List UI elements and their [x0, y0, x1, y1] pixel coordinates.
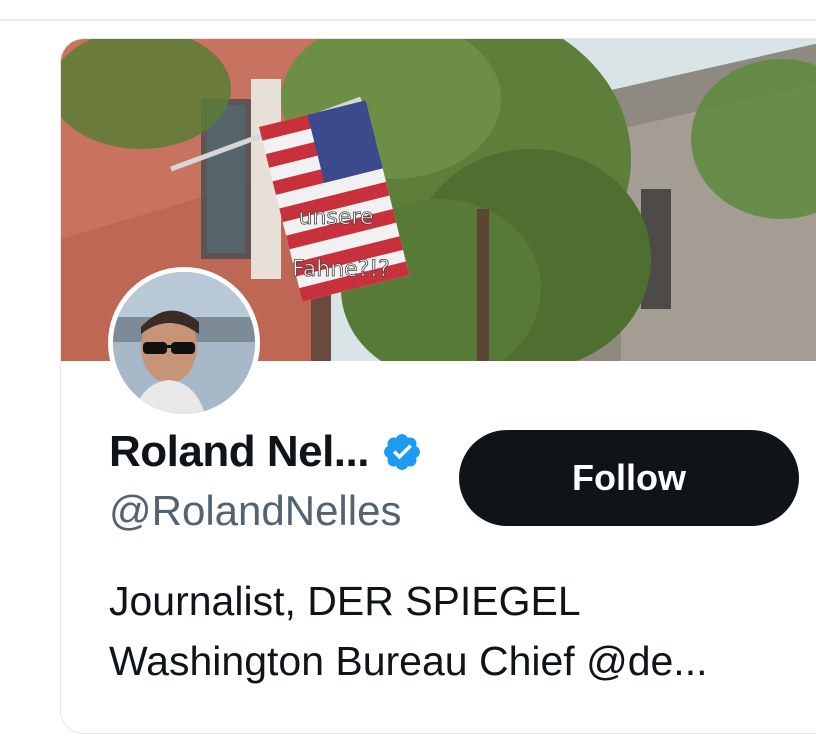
name-row: Roland Nel... — [109, 427, 423, 477]
profile-card[interactable]: unsere Fahne?!? Roland Nel... @RolandNel… — [60, 38, 816, 734]
follow-button[interactable]: Follow — [459, 430, 799, 526]
avatar-image — [113, 272, 255, 414]
verified-badge-icon — [381, 431, 423, 473]
display-name[interactable]: Roland Nel... — [109, 427, 369, 477]
banner-caption-line1: unsere — [299, 205, 374, 230]
avatar[interactable] — [108, 267, 260, 419]
banner-caption-line2: Fahne?!? — [292, 257, 390, 282]
bio-line-1: Journalist, DER SPIEGEL — [109, 578, 581, 624]
bio-line-2: Washington Bureau Chief @de... — [109, 638, 708, 684]
user-handle[interactable]: @RolandNelles — [109, 487, 401, 535]
profile-bio: Journalist, DER SPIEGEL Washington Burea… — [109, 571, 707, 691]
top-divider — [0, 19, 816, 21]
